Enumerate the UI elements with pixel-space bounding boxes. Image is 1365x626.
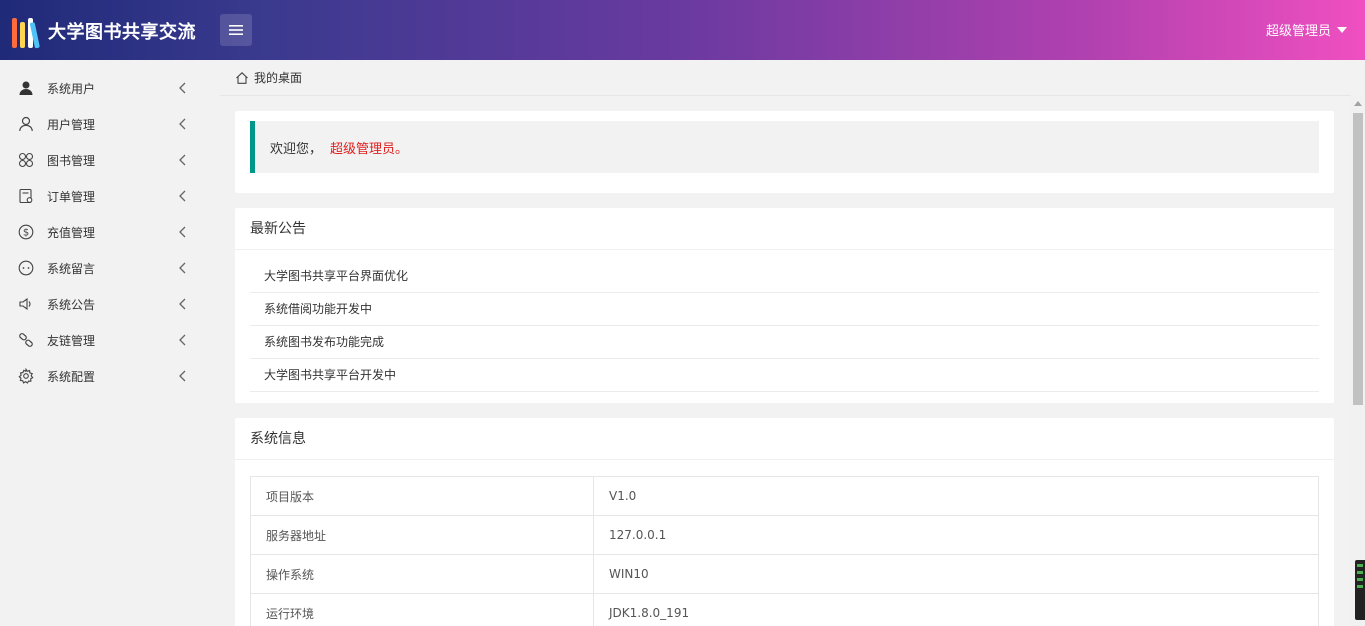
- sidebar: 系统用户 用户管理 图书管理 订单管理 $ 充值管理 系统留言 系统公告 友链管…: [0, 60, 220, 626]
- chevron-left-icon: [179, 154, 186, 166]
- home-icon: [236, 71, 248, 84]
- svg-text:$: $: [23, 228, 29, 239]
- sidebar-item-label: 订单管理: [47, 189, 96, 204]
- chevron-left-icon: [179, 298, 186, 310]
- sidebar-item-link-management[interactable]: 友链管理: [0, 322, 220, 358]
- dollar-circle-icon: $: [18, 224, 34, 240]
- sidebar-item-label: 充值管理: [47, 225, 96, 240]
- breadcrumb: 我的桌面: [220, 60, 1351, 96]
- hamburger-icon: [229, 25, 243, 35]
- person-filled-icon: [18, 80, 34, 96]
- notice-card: 最新公告 大学图书共享平台界面优化 系统借阅功能开发中 系统图书发布功能完成 大…: [235, 208, 1334, 403]
- info-value: WIN10: [593, 554, 1319, 594]
- system-info-card: 系统信息 项目版本 V1.0 服务器地址 127.0.0.1 操作系统 WIN1…: [235, 418, 1334, 626]
- app-title: 大学图书共享交流: [48, 22, 196, 43]
- logo: 大学图书共享交流: [10, 14, 196, 49]
- main-content: 我的桌面 欢迎您， 超级管理员。 最新公告 大学图书共享平台界面优化 系统借阅功…: [220, 60, 1351, 626]
- info-key: 运行环境: [250, 593, 594, 626]
- sidebar-item-label: 系统配置: [47, 369, 96, 384]
- notice-item[interactable]: 大学图书共享平台界面优化: [250, 260, 1319, 293]
- sidebar-item-label: 图书管理: [47, 153, 96, 168]
- books-logo-icon: [10, 14, 42, 49]
- chevron-left-icon: [179, 118, 186, 130]
- gear-icon: [18, 368, 34, 384]
- caret-down-icon: [1337, 26, 1347, 33]
- user-menu[interactable]: 超级管理员: [1266, 20, 1347, 39]
- floating-widget-icon[interactable]: [1355, 560, 1365, 620]
- notice-list: 大学图书共享平台界面优化 系统借阅功能开发中 系统图书发布功能完成 大学图书共享…: [235, 250, 1334, 392]
- top-header: 大学图书共享交流 超级管理员: [0, 0, 1365, 60]
- breadcrumb-label[interactable]: 我的桌面: [254, 69, 302, 86]
- welcome-prefix: 欢迎您，: [270, 141, 323, 157]
- sidebar-item-order-management[interactable]: 订单管理: [0, 178, 220, 214]
- user-name: 超级管理员: [1265, 24, 1331, 39]
- speaker-icon: [18, 296, 34, 312]
- notice-item[interactable]: 系统图书发布功能完成: [250, 326, 1319, 359]
- chevron-left-icon: [179, 334, 186, 346]
- chevron-left-icon: [179, 262, 186, 274]
- table-row: 操作系统 WIN10: [250, 554, 1319, 594]
- welcome-user-name: 超级管理员。: [330, 141, 409, 157]
- welcome-banner: 欢迎您， 超级管理员。: [250, 121, 1319, 173]
- sidebar-item-label: 系统公告: [47, 297, 96, 312]
- scroll-thumb[interactable]: [1353, 113, 1363, 405]
- info-value: 127.0.0.1: [593, 515, 1319, 555]
- info-value: V1.0: [593, 476, 1319, 516]
- info-key: 操作系统: [250, 554, 594, 594]
- sidebar-item-system-users[interactable]: 系统用户: [0, 70, 220, 106]
- table-row: 项目版本 V1.0: [250, 476, 1319, 516]
- chevron-left-icon: [179, 370, 186, 382]
- sidebar-item-system-config[interactable]: 系统配置: [0, 358, 220, 394]
- sidebar-item-recharge-management[interactable]: $ 充值管理: [0, 214, 220, 250]
- clover-icon: [18, 152, 34, 168]
- sidebar-item-label: 用户管理: [47, 117, 96, 132]
- order-icon: [18, 188, 34, 204]
- sidebar-item-label: 系统用户: [47, 81, 96, 96]
- info-key: 项目版本: [250, 476, 594, 516]
- sidebar-item-user-management[interactable]: 用户管理: [0, 106, 220, 142]
- sidebar-item-book-management[interactable]: 图书管理: [0, 142, 220, 178]
- info-key: 服务器地址: [250, 515, 594, 555]
- scroll-up-arrow-icon[interactable]: [1354, 101, 1362, 106]
- link-icon: [18, 332, 34, 348]
- system-info-title: 系统信息: [235, 418, 1334, 460]
- message-face-icon: [18, 260, 34, 276]
- chevron-left-icon: [179, 226, 186, 238]
- system-info-table: 项目版本 V1.0 服务器地址 127.0.0.1 操作系统 WIN10 运行环…: [250, 476, 1319, 626]
- sidebar-toggle-button[interactable]: [220, 14, 252, 46]
- notice-item[interactable]: 大学图书共享平台开发中: [250, 359, 1319, 392]
- info-value: JDK1.8.0_191: [593, 593, 1319, 626]
- welcome-card: 欢迎您， 超级管理员。: [235, 111, 1334, 193]
- chevron-left-icon: [179, 190, 186, 202]
- sidebar-item-label: 友链管理: [47, 333, 96, 348]
- user-outline-icon: [18, 116, 34, 132]
- sidebar-item-system-announcements[interactable]: 系统公告: [0, 286, 220, 322]
- vertical-scrollbar[interactable]: [1351, 96, 1365, 626]
- table-row: 运行环境 JDK1.8.0_191: [250, 593, 1319, 626]
- notice-item[interactable]: 系统借阅功能开发中: [250, 293, 1319, 326]
- sidebar-item-system-messages[interactable]: 系统留言: [0, 250, 220, 286]
- sidebar-item-label: 系统留言: [47, 261, 96, 276]
- chevron-left-icon: [179, 82, 186, 94]
- notice-title: 最新公告: [235, 208, 1334, 250]
- table-row: 服务器地址 127.0.0.1: [250, 515, 1319, 555]
